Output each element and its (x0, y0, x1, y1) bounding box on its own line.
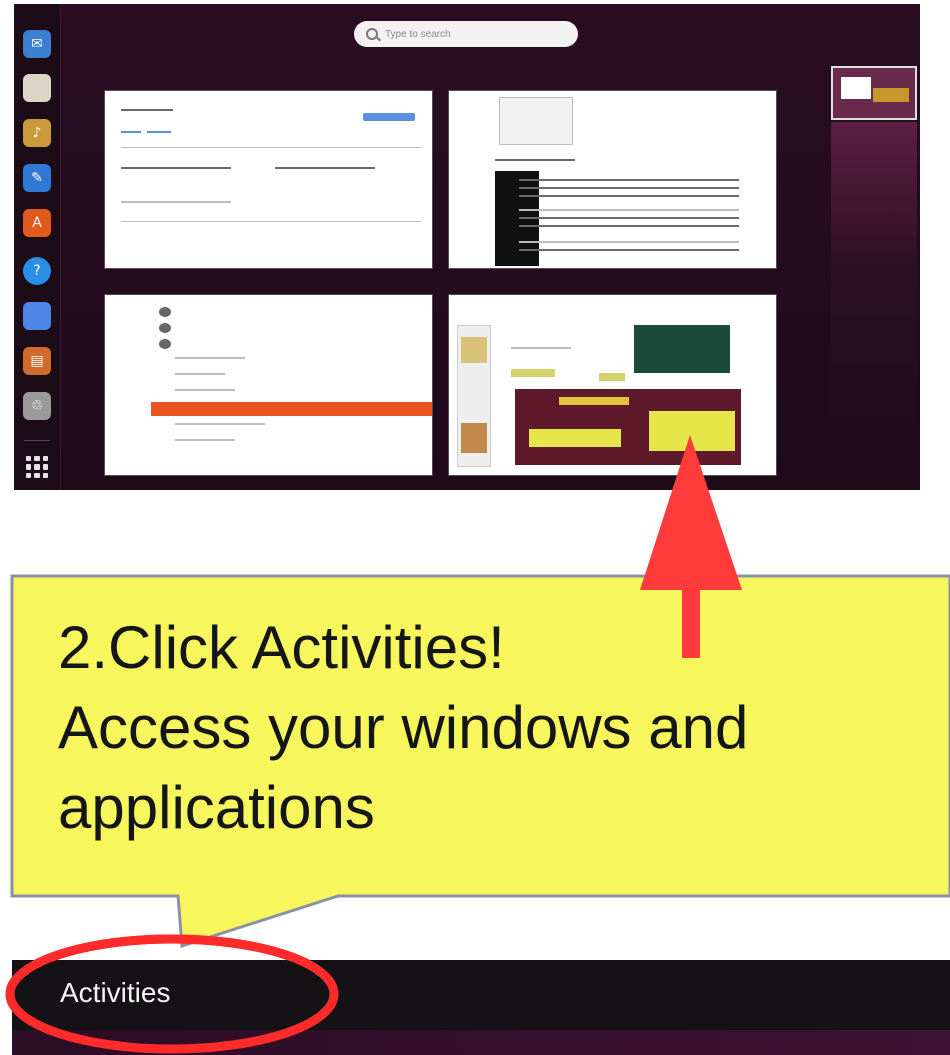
annotation-layer (5, 435, 950, 1054)
callout-line-1: 2.Click Activities! (58, 614, 505, 681)
callout-line-2: Access your windows and (58, 694, 749, 761)
callout-line-3: applications (58, 774, 375, 841)
callout-text: 2.Click Activities! Access your windows … (58, 608, 938, 848)
activities-button[interactable]: Activities (60, 977, 170, 1009)
desktop-strip (12, 1030, 950, 1055)
